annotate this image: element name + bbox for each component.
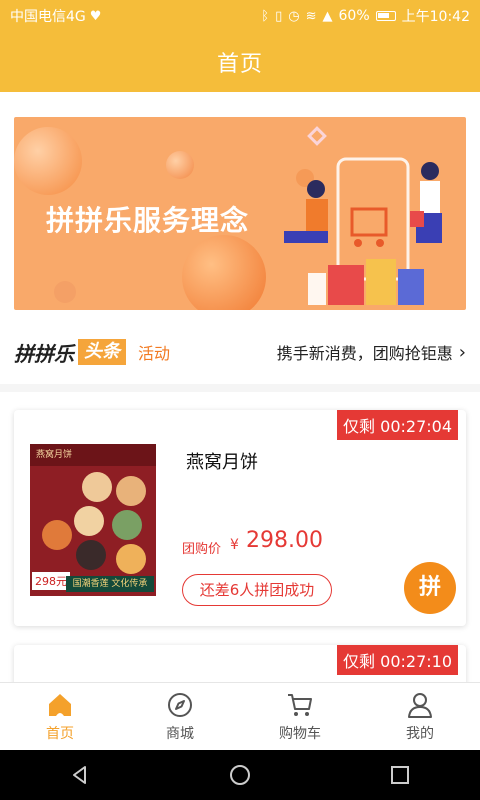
tab-profile[interactable]: 我的: [360, 683, 480, 750]
mooncake-graphic: [42, 520, 72, 550]
tab-label: 商城: [166, 725, 194, 742]
decorative-circle: [182, 235, 266, 310]
heart-icon: ♥: [89, 8, 102, 24]
home-icon: [49, 693, 71, 716]
decorative-circle: [166, 151, 194, 179]
status-bar: 中国电信4G ♥ ᛒ ▯ ◷ ≋ ▲ 60% 上午10:42: [0, 0, 480, 32]
countdown-badge: 仅剩 00:27:10: [337, 645, 458, 675]
headline-tag: 头条: [78, 339, 126, 365]
section-divider: [0, 384, 480, 392]
main-content[interactable]: 拼拼乐服务理念 拼拼乐 头条 活动 携手新消费，团购抢钜惠 › 仅剩 00:27…: [0, 92, 480, 682]
battery-percent: 60%: [338, 8, 370, 24]
join-group-button[interactable]: 拼: [404, 562, 456, 614]
carrier-label: 中国电信4G: [10, 9, 86, 25]
title-bar: 首页: [0, 32, 480, 92]
signal-icon: ▲: [322, 8, 333, 24]
battery-icon: [375, 11, 396, 21]
mooncake-graphic: [76, 540, 106, 570]
vibrate-icon: ▯: [275, 8, 283, 24]
product-card[interactable]: 仅剩 00:27:10: [14, 645, 466, 682]
system-navigation-bar: [0, 750, 480, 800]
mooncake-graphic: [116, 476, 146, 506]
mooncake-graphic: [74, 506, 104, 536]
recents-icon[interactable]: [389, 764, 411, 786]
tab-home[interactable]: 首页: [0, 683, 120, 750]
tab-cart[interactable]: 购物车: [240, 683, 360, 750]
promo-banner[interactable]: 拼拼乐服务理念: [14, 117, 466, 310]
home-circle-icon[interactable]: [229, 764, 251, 786]
product-card[interactable]: 仅剩 00:27:04 燕窝月饼 298元 国潮香莲 文化传承 燕窝月饼 团购价…: [14, 410, 466, 626]
clock: 上午10:42: [401, 9, 470, 25]
banner-title: 拼拼乐服务理念: [46, 204, 250, 237]
back-icon[interactable]: [69, 764, 91, 786]
countdown-badge: 仅剩 00:27:04: [337, 410, 458, 440]
product-image-slogan: 国潮香莲 文化传承: [66, 576, 154, 592]
compass-icon: [168, 692, 192, 717]
cart-icon: [288, 693, 312, 716]
headline-row[interactable]: 拼拼乐 头条 活动 携手新消费，团购抢钜惠 ›: [0, 322, 480, 382]
wifi-icon: ≋: [305, 8, 317, 24]
activity-label: 活动: [138, 344, 171, 363]
decorative-diamond: [307, 126, 327, 146]
bottom-tab-bar: 首页 商城 购物车 我的: [0, 682, 480, 750]
shopping-illustration: [284, 157, 442, 305]
decorative-circle: [54, 281, 76, 303]
chevron-right-icon[interactable]: ›: [459, 342, 466, 363]
product-image[interactable]: 燕窝月饼 298元 国潮香莲 文化传承: [30, 444, 156, 596]
page-title: 首页: [216, 52, 263, 77]
mooncake-graphic: [116, 544, 146, 574]
product-image-brand: 燕窝月饼: [30, 444, 156, 466]
product-image-price: 298元: [32, 572, 70, 590]
group-price-value: 298.00: [246, 528, 323, 553]
mooncake-graphic: [82, 472, 112, 502]
currency-symbol: ¥: [230, 537, 239, 553]
tab-label: 首页: [46, 725, 74, 742]
product-name[interactable]: 燕窝月饼: [186, 448, 258, 474]
tab-mall[interactable]: 商城: [120, 683, 240, 750]
tab-label: 购物车: [279, 725, 321, 742]
mooncake-graphic: [112, 510, 142, 540]
group-progress-button[interactable]: 还差6人拼团成功: [182, 574, 332, 606]
bluetooth-icon: ᛒ: [261, 8, 270, 24]
decorative-circle: [14, 127, 82, 195]
tab-label: 我的: [406, 725, 434, 742]
user-icon: [408, 692, 432, 718]
group-price-label: 团购价: [182, 542, 222, 557]
headline-text[interactable]: 携手新消费，团购抢钜惠: [277, 340, 453, 364]
brand-label: 拼拼乐: [14, 341, 74, 366]
alarm-icon: ◷: [288, 8, 300, 24]
